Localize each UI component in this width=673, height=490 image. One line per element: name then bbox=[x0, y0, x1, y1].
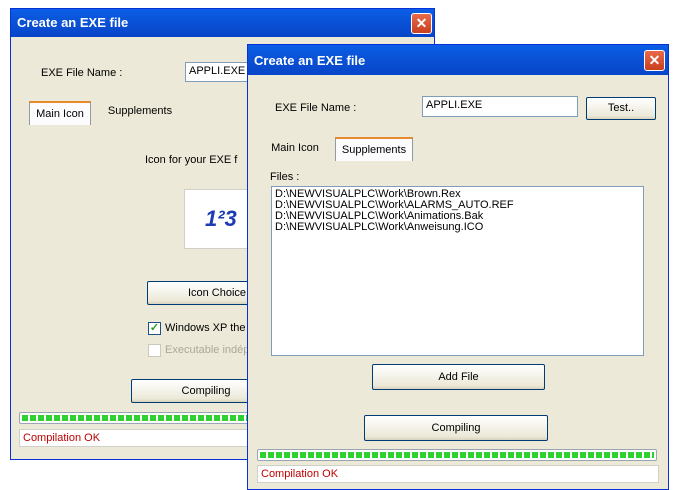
back-tab-supplements[interactable]: Supplements bbox=[99, 101, 181, 123]
front-exe-file-name-label: EXE File Name : bbox=[275, 102, 357, 114]
checkbox-executable-label: Executable indép bbox=[165, 344, 250, 356]
front-status-text: Compilation OK bbox=[257, 465, 659, 483]
back-tab-main-icon[interactable]: Main Icon bbox=[29, 101, 91, 125]
back-icon-caption: Icon for your EXE f bbox=[145, 154, 238, 166]
checkbox-executable bbox=[148, 344, 161, 357]
add-file-button[interactable]: Add File bbox=[372, 364, 545, 390]
checkbox-windows-xp-theme[interactable]: ✓ bbox=[148, 322, 161, 335]
front-progress-fill bbox=[260, 452, 654, 458]
front-window-title: Create an EXE file bbox=[254, 53, 366, 68]
front-exe-file-name-input[interactable]: APPLI.EXE bbox=[422, 96, 578, 117]
back-exe-file-name-label: EXE File Name : bbox=[41, 67, 123, 79]
front-tab-supplements[interactable]: Supplements bbox=[335, 137, 413, 161]
exe-icon: 1²3 bbox=[205, 206, 237, 231]
close-icon[interactable]: ✕ bbox=[411, 13, 432, 34]
front-window: Create an EXE file ✕ EXE File Name : APP… bbox=[247, 44, 669, 490]
front-tab-main-icon[interactable]: Main Icon bbox=[264, 138, 326, 160]
front-window-titlebar[interactable]: Create an EXE file ✕ bbox=[248, 45, 668, 75]
front-compiling-button[interactable]: Compiling bbox=[364, 415, 548, 441]
back-window-titlebar[interactable]: Create an EXE file ✕ bbox=[11, 9, 434, 37]
checkbox-windows-xp-label: Windows XP the bbox=[165, 322, 246, 334]
back-window-title: Create an EXE file bbox=[17, 15, 129, 30]
close-icon[interactable]: ✕ bbox=[644, 50, 665, 71]
test-button[interactable]: Test.. bbox=[586, 97, 656, 120]
files-list[interactable]: D:\NEWVISUALPLC\Work\Brown.Rex D:\NEWVIS… bbox=[271, 186, 644, 356]
list-item[interactable]: D:\NEWVISUALPLC\Work\Anweisung.ICO bbox=[275, 222, 640, 233]
front-progress-bar bbox=[257, 449, 657, 461]
files-label: Files : bbox=[270, 171, 300, 183]
